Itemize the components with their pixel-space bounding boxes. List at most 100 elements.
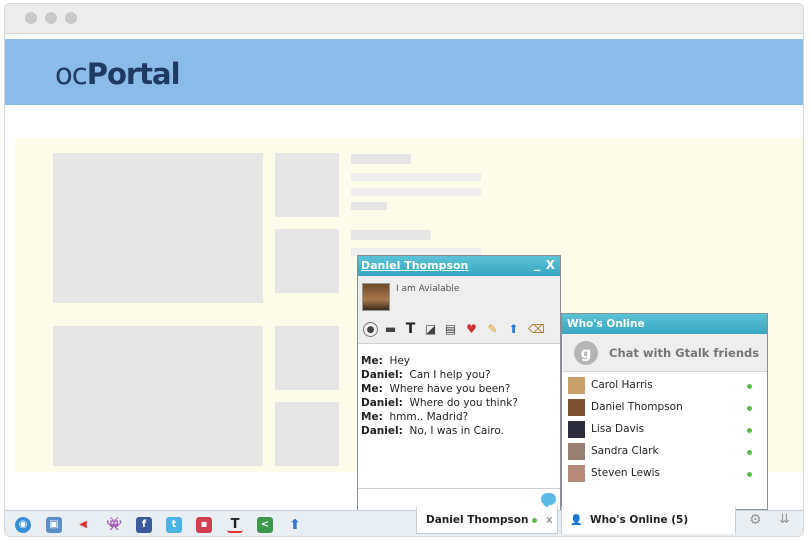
screen-share-icon[interactable]: ▬ [383,322,398,337]
friend-name: Lisa Davis [591,423,645,435]
chat-message: Me: Where have you been? [361,382,559,396]
placeholder-image [53,153,263,303]
chat-message: Daniel: Can I help you? [361,368,559,382]
friend-name: Steven Lewis [591,467,661,479]
gear-icon[interactable]: ⚙ [749,512,762,528]
placeholder-line [351,173,481,181]
upload-arrow-icon[interactable]: ⬆ [287,517,303,533]
friend-list-item[interactable]: Daniel Thompson [562,397,767,419]
placeholder-thumb [275,153,339,217]
message-text: hmm.. Madrid? [382,411,469,423]
online-indicator-icon [747,384,752,389]
whiteboard-icon[interactable]: ◪ [423,322,438,337]
message-sender: Daniel: [361,425,403,437]
chat-tab-label: Daniel Thompson [426,514,529,526]
notes-icon[interactable]: ▤ [443,322,458,337]
message-text: Can I help you? [402,369,491,381]
placeholder-line [351,202,387,210]
online-indicator-icon [747,428,752,433]
chat-messages: Me: Hey Daniel: Can I help you? Me: Where … [361,354,559,438]
friend-name: Daniel Thompson [591,401,683,413]
online-indicator-icon [747,406,752,411]
message-text: Where do you think? [402,397,518,409]
message-sender: Me: [361,411,383,423]
message-text: No, I was in Cairo. [402,425,504,437]
window-close-dot[interactable] [25,12,37,24]
avatar [568,443,585,460]
message-sender: Me: [361,355,383,367]
placeholder-thumb [275,402,339,466]
google-icon: g [574,341,598,365]
placeholder-line [351,188,481,196]
cards-icon[interactable]: ♥ [464,322,479,337]
pencil-icon[interactable]: ✎ [485,322,500,337]
gtalk-label: Chat with Gtalk friends [609,346,760,360]
chat-profile-area: I am Avialable [358,276,560,314]
window-maximize-dot[interactable] [65,12,77,24]
twitter-icon[interactable]: t [166,517,182,533]
friend-list-item[interactable]: Lisa Davis [562,419,767,441]
gtalk-connect-button[interactable]: g Chat with Gtalk friends [562,334,767,372]
message-sender: Daniel: [361,397,403,409]
friend-list-item[interactable]: Steven Lewis [562,463,767,485]
collapse-icon[interactable]: ⇊ [779,512,790,527]
site-header: ocPortal [5,39,803,105]
message-text: Where have you been? [382,383,511,395]
chat-message: Me: hmm.. Madrid? [361,410,559,424]
avatar [362,283,390,311]
chat-bubble-icon[interactable] [541,493,556,508]
whos-online-header: Who's Online [562,314,767,334]
whos-online-tab[interactable]: 👤 Who's Online (5) [561,507,736,534]
text-icon[interactable]: T [227,517,243,533]
upload-icon[interactable]: ⬆ [506,322,521,337]
chat-window: Daniel Thompson _ X I am Avialable ● ▬ T… [357,255,561,510]
site-logo[interactable]: ocPortal [55,57,181,91]
avatar [568,465,585,482]
megaphone-icon[interactable]: ◀ [75,517,91,533]
space-invader-icon[interactable]: 👾 [106,517,122,533]
minimize-icon[interactable]: _ [534,257,540,271]
whos-online-title: Who's Online [567,318,645,330]
chat-message: Daniel: No, I was in Cairo. [361,424,559,438]
avatar [568,377,585,394]
avatar [568,399,585,416]
message-sender: Me: [361,383,383,395]
chat-message: Me: Hey [361,354,559,368]
chat-contact-name[interactable]: Daniel Thompson [361,259,468,272]
message-text: Hey [382,355,411,367]
placeholder-thumb [275,326,339,390]
user-online-icon: 👤 [570,515,583,526]
close-icon[interactable]: X [546,258,555,272]
globe-icon[interactable]: ◉ [15,517,31,533]
chat-window-header: Daniel Thompson _ X [358,256,560,276]
message-sender: Daniel: [361,369,403,381]
whos-online-tab-label: Who's Online (5) [590,514,689,526]
chat-message: Daniel: Where do you think? [361,396,559,410]
placeholder-image [53,326,263,466]
app-icon[interactable]: ▪ [196,517,212,533]
chat-toolbar: ● ▬ T ◪ ▤ ♥ ✎ ⬆ ⌫ [358,314,560,344]
close-icon[interactable]: x [546,513,553,526]
avatar [568,421,585,438]
online-indicator-icon [747,472,752,477]
webcam-icon[interactable]: ● [363,322,378,337]
friend-name: Sandra Clark [591,445,659,457]
friend-list-item[interactable]: Sandra Clark [562,441,767,463]
facebook-icon[interactable]: f [136,517,152,533]
browser-titlebar [5,4,803,34]
friend-name: Carol Harris [591,379,653,391]
text-format-icon[interactable]: T [403,322,418,337]
placeholder-heading [351,230,431,240]
online-indicator-icon [747,450,752,455]
whos-online-panel: Who's Online g Chat with Gtalk friends C… [561,313,768,510]
window-minimize-dot[interactable] [45,12,57,24]
friend-list-item[interactable]: Carol Harris [562,375,767,397]
clear-icon[interactable]: ⌫ [528,322,545,337]
placeholder-heading [351,154,411,164]
chat-tab[interactable]: Daniel Thompson x [416,507,558,534]
share-icon[interactable]: < [257,517,273,533]
chat-status-text: I am Avialable [396,284,460,294]
placeholder-thumb [275,229,339,293]
online-indicator-icon [532,518,537,523]
widget-icon[interactable]: ▣ [46,517,62,533]
